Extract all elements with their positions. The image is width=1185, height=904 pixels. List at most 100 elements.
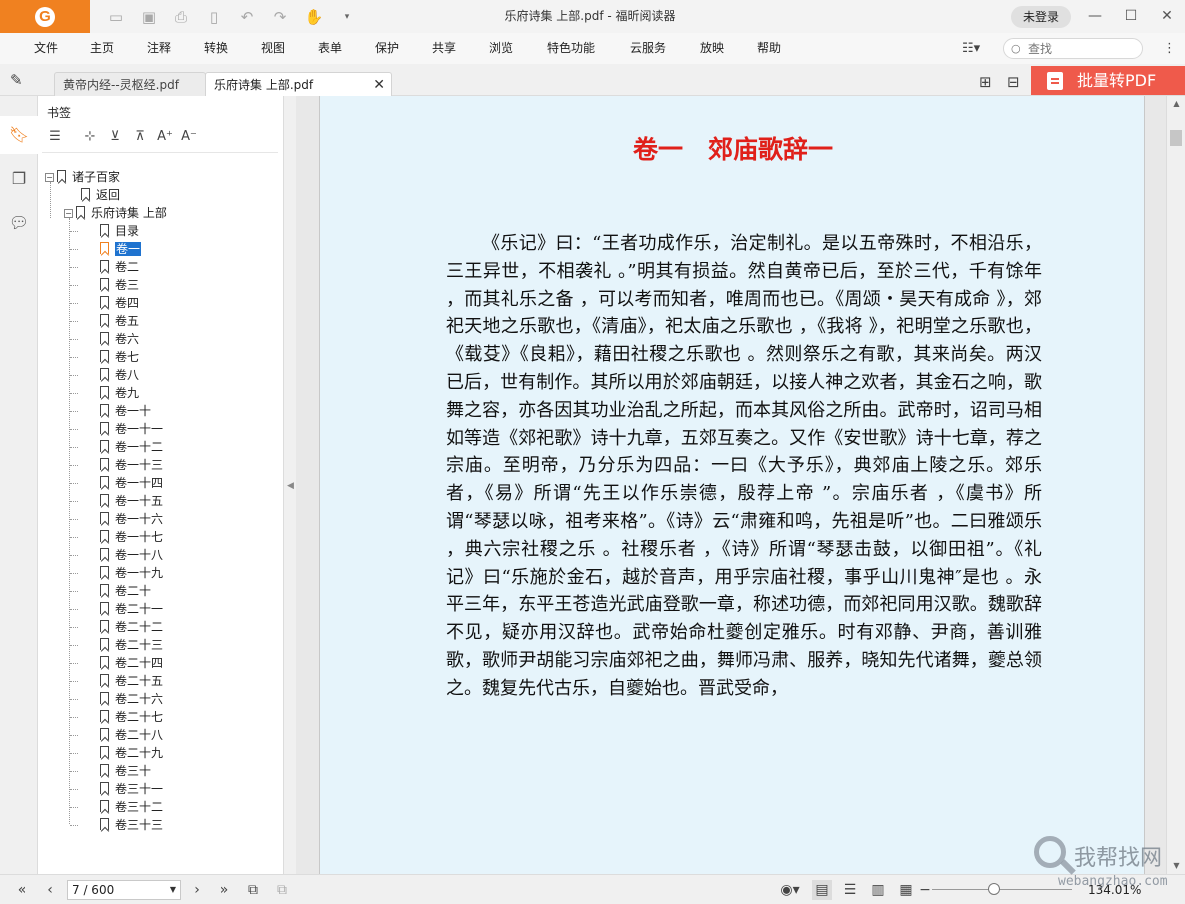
new-doc-icon[interactable]: ▯	[204, 7, 224, 27]
bookmark-item[interactable]: 卷一十	[100, 402, 151, 420]
bookmark-item[interactable]: 卷二十五	[100, 672, 163, 690]
menu-form[interactable]: 表单	[318, 33, 342, 64]
bookmark-item[interactable]: 卷八	[100, 366, 139, 384]
zoom-out-icon[interactable]: −	[918, 880, 932, 900]
bookmark-item[interactable]: 卷二	[100, 258, 139, 276]
collapse-toggle[interactable]: −	[45, 173, 54, 182]
bookmark-item[interactable]: 卷一十七	[100, 528, 163, 546]
last-page-icon[interactable]: »	[214, 880, 234, 900]
bookmark-options-icon[interactable]: ☰	[46, 128, 64, 146]
redo-icon[interactable]: ↷	[270, 7, 290, 27]
vertical-scrollbar[interactable]: ▲ ▼	[1166, 96, 1185, 874]
tab-close-icon[interactable]: ✕	[373, 73, 385, 97]
collapse-arrow-icon[interactable]: ◀	[287, 481, 294, 491]
bookmark-item[interactable]: 卷三十	[100, 762, 151, 780]
bookmark-item[interactable]: 卷一十二	[100, 438, 163, 456]
first-page-icon[interactable]: «	[12, 880, 32, 900]
menu-share[interactable]: 共享	[432, 33, 456, 64]
bookmark-item[interactable]: 卷三十三	[100, 816, 163, 834]
hand-tool-icon[interactable]: ✋	[304, 7, 324, 27]
pages-panel-icon[interactable]: ❐	[0, 160, 38, 198]
page-layout-icon[interactable]: ⊟	[1007, 72, 1020, 92]
minimize-icon[interactable]: —	[1085, 6, 1105, 26]
bookmark-item[interactable]: 卷一十三	[100, 456, 163, 474]
menu-home[interactable]: 主页	[90, 33, 114, 64]
bookmark-item[interactable]: 卷一十九	[100, 564, 163, 582]
bookmark-expand-icon[interactable]: ⊻	[106, 128, 124, 146]
document-area[interactable]: 卷一 郊庙歌辞一 《乐记》曰：“王者功成作乐，治定制礼。是以五帝殊时，不相沿乐，…	[296, 96, 1166, 874]
bookmark-item[interactable]: 卷三十一	[100, 780, 163, 798]
bookmark-panel-icon[interactable]: 🔖︎	[0, 116, 38, 154]
bookmark-item[interactable]: 卷二十三	[100, 636, 163, 654]
bookmark-item[interactable]: 卷一十八	[100, 546, 163, 564]
zoom-slider-knob[interactable]	[988, 883, 1000, 895]
next-page-icon[interactable]: ›	[189, 880, 205, 900]
bookmark-item[interactable]: 卷一十六	[100, 510, 163, 528]
zoom-slider-track[interactable]	[932, 889, 1072, 890]
bookmark-item[interactable]: 卷一十四	[100, 474, 163, 492]
more-options-icon[interactable]: ⋮	[1163, 39, 1176, 59]
font-decrease-icon[interactable]: A⁻	[180, 128, 198, 146]
bookmark-item[interactable]: 卷二十二	[100, 618, 163, 636]
bookmark-book[interactable]: − 乐府诗集 上部	[64, 204, 167, 222]
menu-file[interactable]: 文件	[34, 33, 58, 64]
bookmark-item[interactable]: 卷二十四	[100, 654, 163, 672]
edit-pen-icon[interactable]: ✎	[10, 70, 23, 90]
menu-features[interactable]: 特色功能	[547, 33, 595, 64]
bookmark-item[interactable]: 卷四	[100, 294, 139, 312]
open-folder-icon[interactable]: ▭	[106, 7, 126, 27]
search-input[interactable]	[1028, 41, 1138, 56]
scroll-up-icon[interactable]: ▲	[1167, 96, 1185, 112]
scroll-thumb[interactable]	[1170, 130, 1182, 146]
bookmark-item[interactable]: 卷三十二	[100, 798, 163, 816]
menu-slideshow[interactable]: 放映	[700, 33, 724, 64]
menu-cloud[interactable]: 云服务	[630, 33, 666, 64]
menu-help[interactable]: 帮助	[757, 33, 781, 64]
menu-browse[interactable]: 浏览	[489, 33, 513, 64]
add-bookmark-icon[interactable]: ⊹	[81, 128, 99, 146]
bookmark-item[interactable]: 卷二十七	[100, 708, 163, 726]
save-icon[interactable]: ▣	[139, 7, 159, 27]
bookmark-item[interactable]: 卷三	[100, 276, 139, 294]
undo-icon[interactable]: ↶	[237, 7, 257, 27]
bookmark-item[interactable]: 卷一十五	[100, 492, 163, 510]
page-number-field[interactable]: 7 / 600 ▼	[67, 880, 181, 900]
bookmark-item[interactable]: 卷一十一	[100, 420, 163, 438]
login-button[interactable]: 未登录	[1011, 6, 1071, 28]
scroll-down-icon[interactable]: ▼	[1167, 858, 1185, 874]
search-box[interactable]: ○	[1003, 38, 1143, 59]
comments-panel-icon[interactable]: 💬︎	[0, 204, 38, 242]
facing-page-icon[interactable]: ▥	[868, 880, 888, 900]
extract-page-icon[interactable]: ⧉	[272, 880, 292, 900]
bookmark-item[interactable]: 卷二十九	[100, 744, 163, 762]
reading-mode-icon[interactable]: ◉▾	[776, 880, 804, 900]
tab-huangdi-neijing[interactable]: 黄帝内经--灵枢经.pdf	[54, 72, 206, 96]
bookmark-back[interactable]: 返回	[81, 186, 120, 204]
bookmark-item[interactable]: 目录	[100, 222, 139, 240]
bookmark-root[interactable]: − 诸子百家	[45, 168, 120, 186]
font-increase-icon[interactable]: A⁺	[156, 128, 174, 146]
maximize-icon[interactable]: ☐	[1121, 6, 1141, 26]
bookmark-item[interactable]: 卷二十一	[100, 600, 163, 618]
rotate-page-icon[interactable]: ⧉	[243, 880, 263, 900]
bookmark-item[interactable]: 卷二十八	[100, 726, 163, 744]
menu-view[interactable]: 视图	[261, 33, 285, 64]
continuous-facing-icon[interactable]: ▦	[896, 880, 916, 900]
bookmark-item[interactable]: 卷一	[100, 240, 142, 258]
menu-protect[interactable]: 保护	[375, 33, 399, 64]
close-icon[interactable]: ✕	[1157, 6, 1177, 26]
print-icon[interactable]: ⎙	[171, 7, 191, 27]
prev-page-icon[interactable]: ‹	[42, 880, 58, 900]
bookmark-item[interactable]: 卷七	[100, 348, 139, 366]
bookmark-item[interactable]: 卷六	[100, 330, 139, 348]
tab-yuefu-shiji[interactable]: 乐府诗集 上部.pdf ✕	[205, 72, 392, 96]
single-page-icon[interactable]: ▤	[812, 880, 832, 900]
bookmark-delete-icon[interactable]: ⊼	[131, 128, 149, 146]
bookmark-item[interactable]: 卷二十	[100, 582, 151, 600]
grid-view-icon[interactable]: ⊞	[979, 72, 992, 92]
continuous-page-icon[interactable]: ☰	[840, 880, 860, 900]
bookmark-item[interactable]: 卷九	[100, 384, 139, 402]
app-logo[interactable]: G	[0, 0, 90, 33]
panel-splitter[interactable]: ◀	[284, 96, 296, 874]
bookmark-item[interactable]: 卷五	[100, 312, 139, 330]
